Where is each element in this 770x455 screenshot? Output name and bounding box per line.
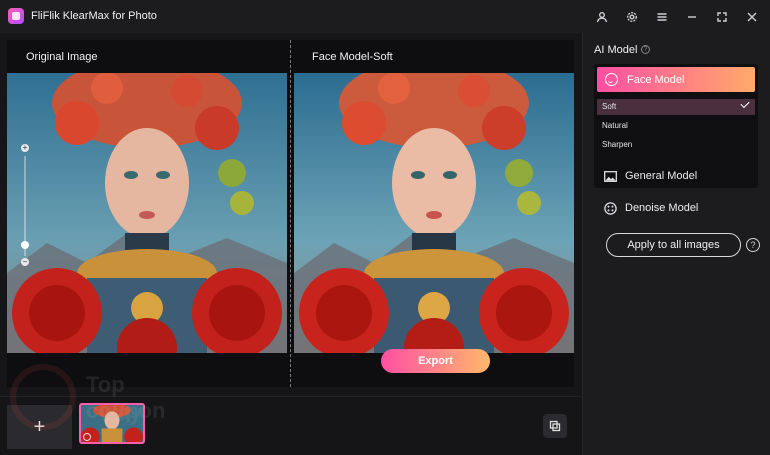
compare-divider[interactable] [290,40,291,387]
face-model-button[interactable]: Face Model [597,67,755,92]
denoise-model-button[interactable]: Denoise Model [604,198,698,218]
zoom-slider[interactable]: + − [21,144,29,266]
thumbnail-strip: + [0,396,582,455]
original-image [7,73,287,353]
denoise-icon [604,201,617,215]
maximize-icon[interactable] [713,8,731,26]
option-natural[interactable]: Natural [597,118,755,134]
close-icon[interactable] [743,8,761,26]
plus-icon: + [33,416,46,438]
original-image-label: Original Image [26,51,98,63]
denoise-model-label: Denoise Model [625,202,699,214]
panel-title: AI Model [594,44,638,56]
zoom-thumb[interactable] [21,241,29,250]
option-sharpen-label: Sharpen [602,140,633,149]
menu-icon[interactable] [653,8,671,26]
zoom-in-icon[interactable]: + [21,144,29,152]
enhanced-image-label: Face Model-Soft [312,51,393,63]
user-icon[interactable] [593,8,611,26]
image-thumbnail[interactable] [79,403,145,444]
smile-icon [605,73,618,86]
option-soft-label: Soft [602,102,617,111]
apply-to-all-button[interactable]: Apply to all images [606,233,741,257]
title-bar: FliFlik KlearMax for Photo [0,0,770,33]
option-soft[interactable]: Soft [597,98,755,115]
settings-icon[interactable] [623,8,641,26]
help-icon[interactable]: ? [641,45,650,54]
copy-icon [549,420,561,432]
export-button[interactable]: Export [381,349,490,373]
preview-area: Original Image Face Model-Soft + − Expor… [7,40,574,387]
ai-model-panel: AI Model ? Face Model Soft Natural Sharp… [582,33,770,455]
image-icon [604,170,617,182]
zoom-out-icon[interactable]: − [21,258,29,266]
enhanced-image [294,73,574,353]
option-sharpen[interactable]: Sharpen [597,137,755,153]
general-model-button[interactable]: General Model [604,166,697,186]
add-image-button[interactable]: + [7,405,72,449]
apply-help-icon[interactable]: ? [746,238,760,252]
minimize-icon[interactable] [683,8,701,26]
option-natural-label: Natural [602,121,628,130]
compare-view-button[interactable] [543,414,567,438]
general-model-label: General Model [625,170,698,182]
check-icon [740,98,750,109]
app-title: FliFlik KlearMax for Photo [31,10,157,22]
select-circle-icon[interactable] [83,433,91,441]
face-model-label: Face Model [627,73,685,86]
app-logo-icon [8,8,24,24]
